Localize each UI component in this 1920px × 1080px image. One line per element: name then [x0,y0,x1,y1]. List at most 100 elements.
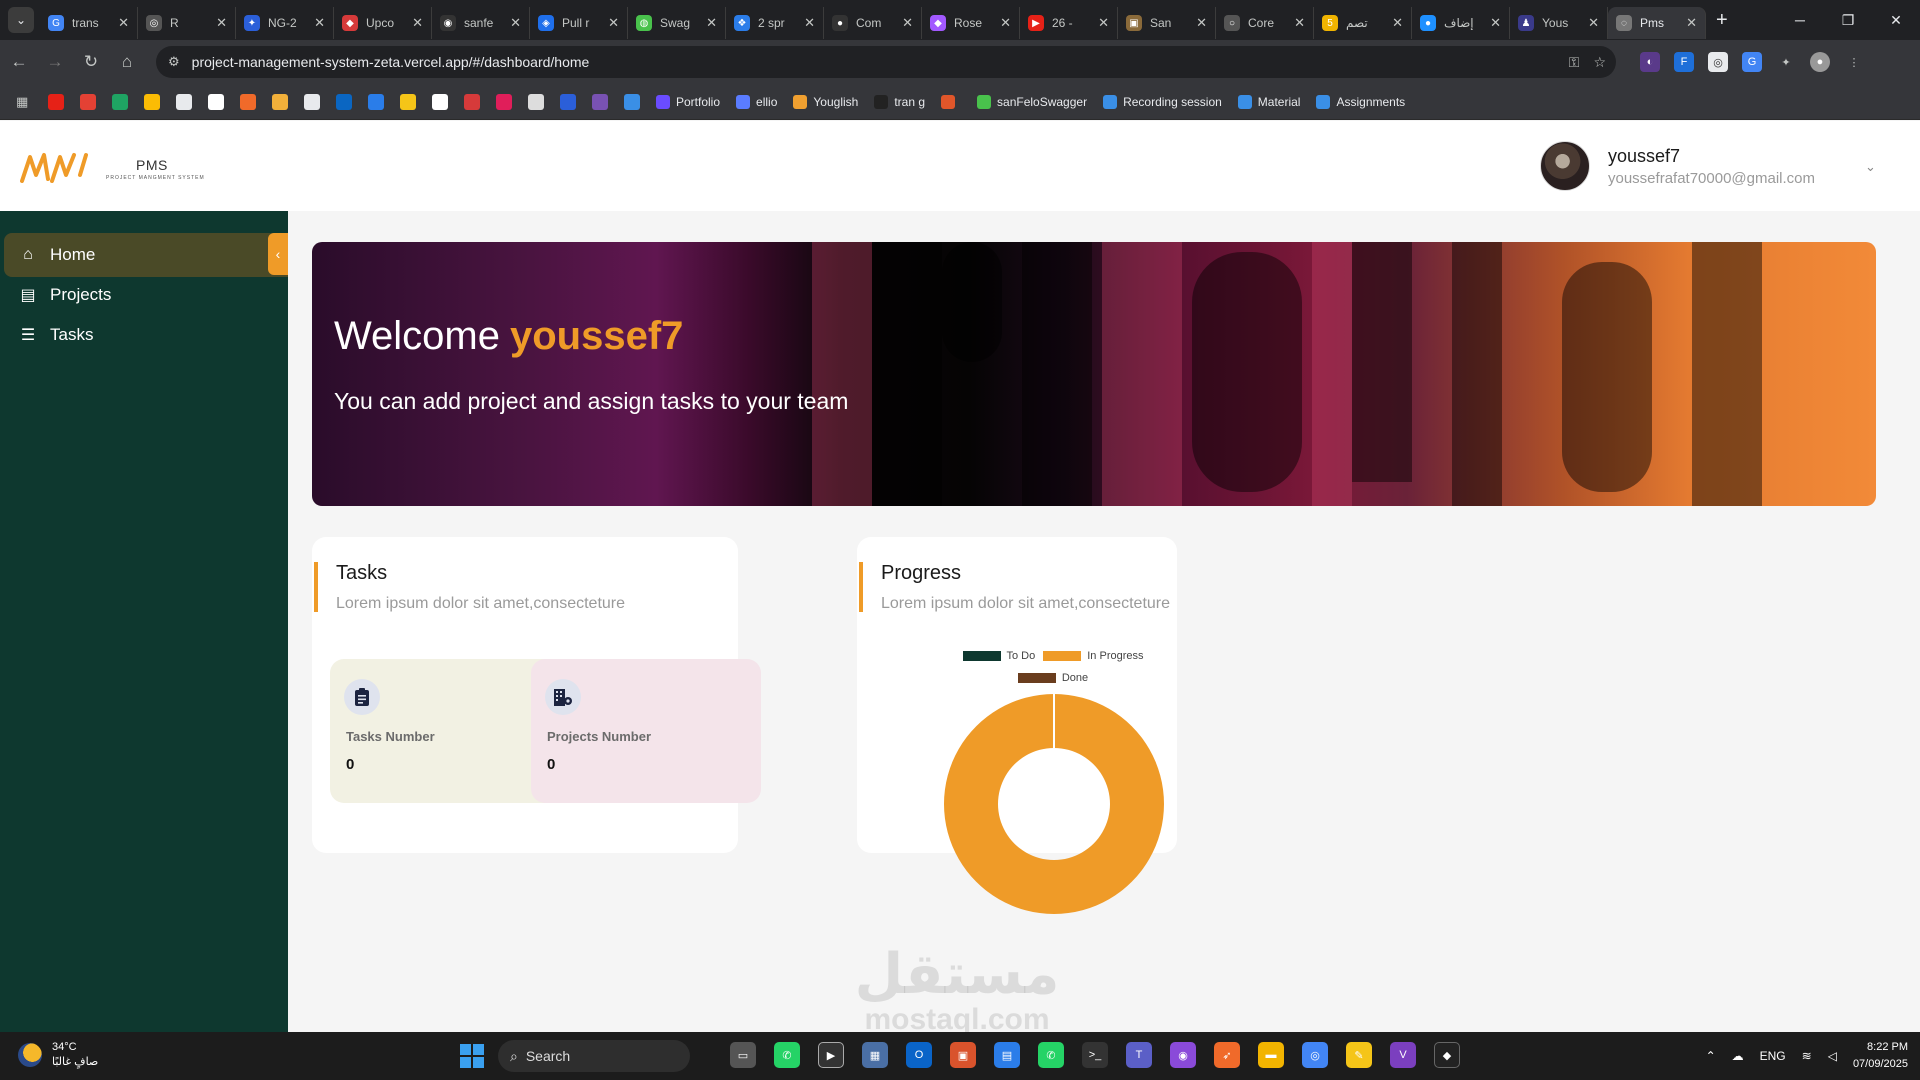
calculator-icon[interactable]: ▦ [862,1042,888,1068]
sidebar-item-home[interactable]: ⌂ Home [4,233,288,277]
bookmark-icon[interactable] [560,93,576,110]
notion-bookmark-icon[interactable] [432,93,448,110]
bookmark-icon[interactable] [272,93,288,110]
reload-button[interactable]: ↻ [74,45,108,79]
browser-tab[interactable]: ▶ 26 - ✕ [1020,7,1118,39]
user-menu[interactable]: youssef7 youssefrafat70000@gmail.com ⌄ [1540,141,1876,191]
bookmark-link[interactable]: tran g [874,94,925,109]
bookmark-link[interactable]: Recording session [1103,94,1222,109]
tab-close-icon[interactable]: ✕ [1000,15,1011,31]
sidebar-collapse-button[interactable]: ‹ [268,233,288,275]
language-indicator[interactable]: ENG [1760,1049,1786,1063]
browser-tab[interactable]: ◌ Pms ✕ [1608,7,1706,39]
slack-bookmark-icon[interactable] [496,93,512,110]
tab-close-icon[interactable]: ✕ [1588,15,1599,31]
clock[interactable]: 8:22 PM 07/09/2025 [1853,1039,1908,1073]
bookmark-link[interactable]: sanFeloSwagger [977,94,1087,109]
bookmark-icon[interactable] [400,93,416,110]
tab-close-icon[interactable]: ✕ [510,15,521,31]
terminal-icon[interactable]: >_ [1082,1042,1108,1068]
bookmark-icon[interactable] [304,93,320,110]
outlook-icon[interactable]: O [906,1042,932,1068]
app-icon[interactable]: ◆ [1434,1042,1460,1068]
sidebar-item-projects[interactable]: ▤ Projects [4,273,288,317]
restore-button[interactable]: ❐ [1824,0,1872,40]
browser-tab[interactable]: ✦ NG-2 ✕ [236,7,334,39]
avatar[interactable] [1540,141,1590,191]
legend-item-done[interactable]: Done [1017,672,1088,684]
messenger-bookmark-icon[interactable] [368,93,384,110]
start-button[interactable] [460,1044,484,1068]
tab-close-icon[interactable]: ✕ [314,15,325,31]
browser-tab[interactable]: ◎ R ✕ [138,7,236,39]
browser-tab[interactable]: ● Com ✕ [824,7,922,39]
chrome-icon[interactable]: ◎ [1302,1042,1328,1068]
photos-bookmark-icon[interactable] [144,93,160,110]
bookmark-link[interactable]: Material [1237,94,1300,109]
weather-widget[interactable]: 34°C صافٍ غالبًا [18,1040,98,1070]
teams-icon[interactable]: T [1126,1042,1152,1068]
minimize-button[interactable]: ─ [1776,0,1824,40]
browser-tab[interactable]: ◉ sanfe ✕ [432,7,530,39]
github-bookmark-icon[interactable] [176,93,192,110]
youtube-bookmark-icon[interactable] [48,93,64,110]
bookmark-icon[interactable] [240,93,256,110]
apps-grid-icon[interactable]: ▦ [16,94,32,110]
browser-tab[interactable]: ◆ Upco ✕ [334,7,432,39]
profile-icon[interactable]: ● [1810,52,1830,72]
extension-icon[interactable]: ◐ [1640,52,1660,72]
browser-tab[interactable]: 5 تصم ✕ [1314,7,1412,39]
site-info-icon[interactable]: ⚙ [168,54,180,70]
volume-icon[interactable]: ◁ [1828,1049,1837,1063]
bookmark-icon[interactable] [528,93,544,110]
legend-item-todo[interactable]: To Do [962,650,1035,662]
forward-button[interactable]: → [38,45,72,79]
browser-tab[interactable]: ◈ Pull r ✕ [530,7,628,39]
tab-close-icon[interactable]: ✕ [608,15,619,31]
extension-icon[interactable]: F [1674,52,1694,72]
taskbar-search[interactable]: ⌕ Search [498,1040,690,1072]
bookmark-link[interactable]: ellio [736,94,777,109]
tab-close-icon[interactable]: ✕ [706,15,717,31]
file-explorer-icon[interactable]: ▬ [1258,1042,1284,1068]
bookmark-icon[interactable] [624,93,640,110]
tab-close-icon[interactable]: ✕ [1294,15,1305,31]
media-player-icon[interactable]: ▶ [818,1042,844,1068]
bookmark-star-icon[interactable]: ☆ [1593,54,1606,71]
tab-close-icon[interactable]: ✕ [1686,15,1697,31]
tab-close-icon[interactable]: ✕ [1392,15,1403,31]
bookmark-link[interactable]: Assignments [1316,94,1405,109]
whatsapp-icon[interactable]: ✆ [774,1042,800,1068]
postman-icon[interactable]: ➶ [1214,1042,1240,1068]
browser-tab[interactable]: ◍ Swag ✕ [628,7,726,39]
drive-bookmark-icon[interactable] [112,93,128,110]
new-tab-button[interactable]: + [1716,9,1728,32]
wifi-icon[interactable]: ≋ [1802,1049,1812,1063]
tab-close-icon[interactable]: ✕ [804,15,815,31]
password-key-icon[interactable]: ⚿ [1569,54,1580,71]
gmail-bookmark-icon[interactable] [80,93,96,110]
browser-tab[interactable]: ♟ Yous ✕ [1510,7,1608,39]
visual-studio-icon[interactable]: V [1390,1042,1416,1068]
browser-tab[interactable]: ◆ Rose ✕ [922,7,1020,39]
sidebar-item-tasks[interactable]: ☰ Tasks [4,313,288,357]
whatsapp-icon[interactable]: ✆ [1038,1042,1064,1068]
tab-close-icon[interactable]: ✕ [1490,15,1501,31]
bookmark-link[interactable]: Portfolio [656,94,720,109]
back-button[interactable]: ← [2,45,36,79]
browser-tab[interactable]: ▣ San ✕ [1118,7,1216,39]
browser-tab[interactable]: ○ Core ✕ [1216,7,1314,39]
tab-close-icon[interactable]: ✕ [902,15,913,31]
legend-item-in-progress[interactable]: In Progress [1043,650,1144,662]
pms-logo[interactable]: PMS PROJECT MANGMENT SYSTEM [20,151,205,183]
bookmark-icon[interactable] [208,93,224,110]
app-icon[interactable]: ✎ [1346,1042,1372,1068]
menu-dots-icon[interactable]: ⋮ [1844,52,1864,72]
close-window-button[interactable]: ✕ [1872,0,1920,40]
bookmark-link[interactable] [941,94,961,109]
browser-tab[interactable]: Gtrans ✕ [40,7,138,39]
browser-tab[interactable]: ● إضاف ✕ [1412,7,1510,39]
extensions-puzzle-icon[interactable]: ✦ [1776,52,1796,72]
task-view-icon[interactable]: ▭ [730,1042,756,1068]
github-desktop-icon[interactable]: ◉ [1170,1042,1196,1068]
